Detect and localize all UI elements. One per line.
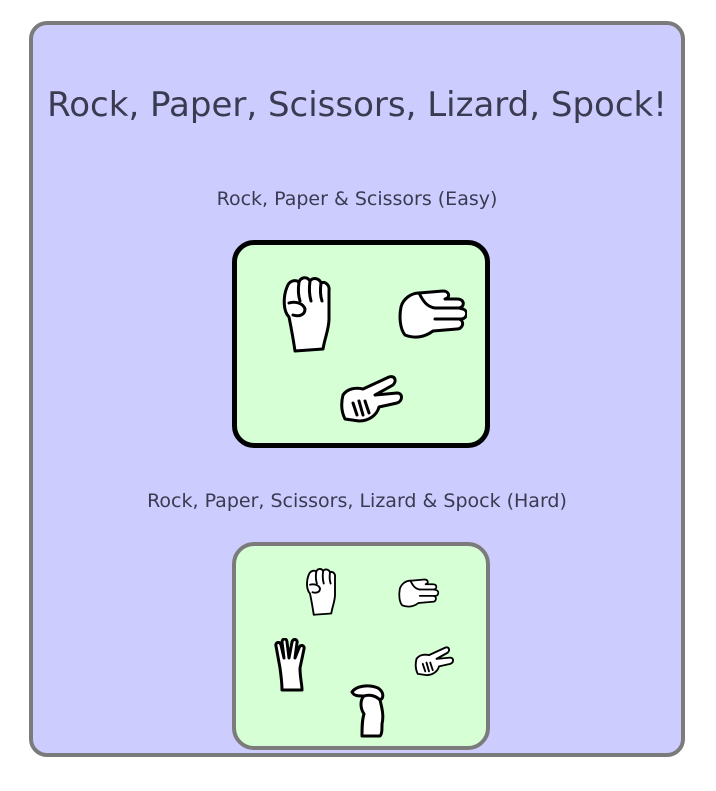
rock-hand-icon: [275, 273, 335, 353]
easy-mode-label: Rock, Paper & Scissors (Easy): [216, 188, 498, 210]
rock-hand-icon: [300, 566, 340, 616]
paper-hand-icon: [397, 285, 467, 343]
game-panel: Rock, Paper, Scissors, Lizard, Spock! Ro…: [29, 21, 685, 757]
page-title: Rock, Paper, Scissors, Lizard, Spock!: [47, 85, 667, 125]
spock-hand-icon: [272, 638, 308, 692]
lizard-hand-icon: [350, 684, 388, 738]
hard-mode-label: Rock, Paper, Scissors, Lizard & Spock (H…: [147, 490, 567, 512]
easy-mode-button[interactable]: [232, 240, 490, 448]
scissors-hand-icon: [414, 646, 454, 678]
scissors-hand-icon: [339, 375, 403, 425]
hard-mode-button[interactable]: [232, 542, 490, 750]
paper-hand-icon: [396, 576, 440, 610]
